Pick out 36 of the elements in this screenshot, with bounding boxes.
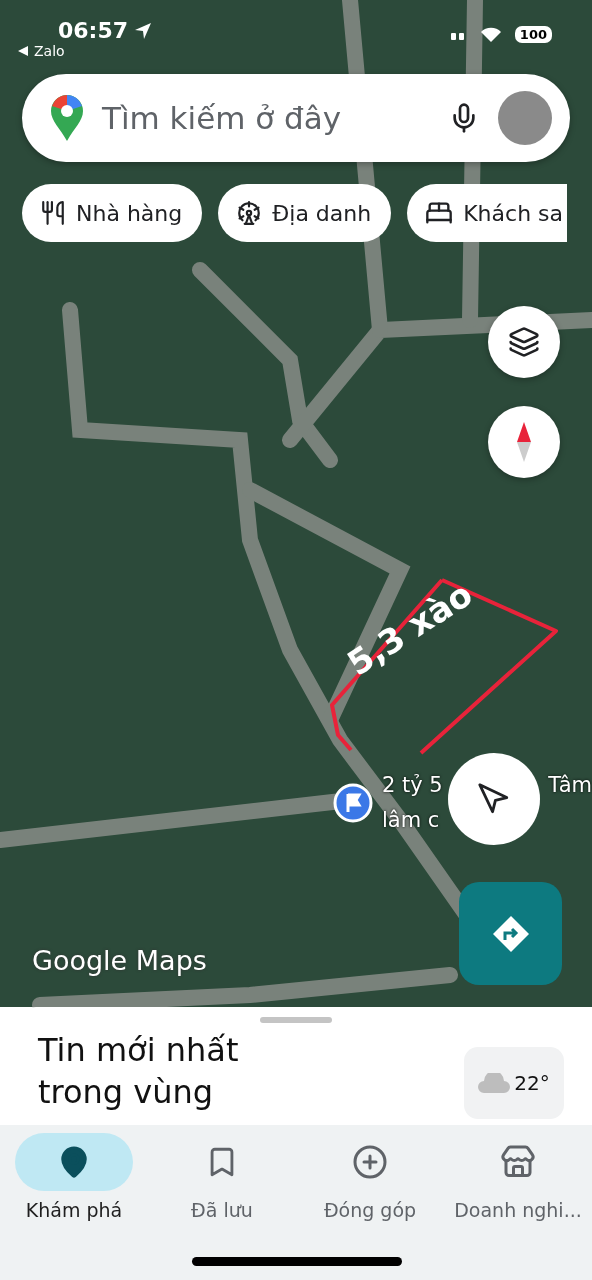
category-chip[interactable]: Khách sa <box>407 184 567 242</box>
map-attribution: Google Maps <box>32 945 207 976</box>
status-time: 06:57 <box>58 18 129 43</box>
back-triangle-icon[interactable] <box>18 46 28 56</box>
plus-circle-icon <box>352 1144 388 1180</box>
ferris-wheel-icon <box>236 200 263 226</box>
nav-tab[interactable]: Đóng góp <box>296 1133 444 1280</box>
location-arrow-icon <box>134 21 153 40</box>
wifi-icon <box>480 26 501 43</box>
avatar[interactable] <box>498 91 552 145</box>
nav-tab[interactable]: Đã lưu <box>148 1133 296 1280</box>
flag-pin-icon[interactable] <box>333 783 373 823</box>
layers-button[interactable] <box>488 306 560 378</box>
temperature: 22° <box>514 1071 550 1095</box>
navigation-arrow-icon <box>477 782 511 816</box>
back-to-app-link[interactable]: Zalo <box>34 43 65 59</box>
drag-handle[interactable] <box>260 1017 332 1023</box>
compass-icon <box>516 422 532 462</box>
battery-indicator: 100 <box>514 26 552 43</box>
weather-badge[interactable]: 22° <box>464 1047 564 1119</box>
category-chip[interactable]: Địa danh <box>218 184 392 242</box>
layers-icon <box>508 326 540 358</box>
search-placeholder: Tìm kiếm ở đây <box>102 100 343 136</box>
storefront-icon <box>500 1144 536 1180</box>
cloud-icon <box>478 1073 511 1093</box>
sheet-title: Tin mới nhất trong vùng <box>38 1030 240 1113</box>
fork-knife-icon <box>40 200 66 226</box>
place-label[interactable]: Tâm <box>548 773 592 797</box>
maps-pin-logo-icon <box>50 94 84 142</box>
nav-tab[interactable]: Doanh nghi... <box>444 1133 592 1280</box>
nav-tab[interactable]: Khám phá <box>0 1133 148 1280</box>
area-annotation: 5,3 xào <box>340 573 480 684</box>
directions-button[interactable] <box>459 882 562 985</box>
search-field[interactable]: Tìm kiếm ở đây <box>22 74 570 162</box>
place-label[interactable]: 2 tỷ 5 <box>382 773 443 797</box>
category-chip[interactable]: Nhà hàng <box>22 184 203 242</box>
